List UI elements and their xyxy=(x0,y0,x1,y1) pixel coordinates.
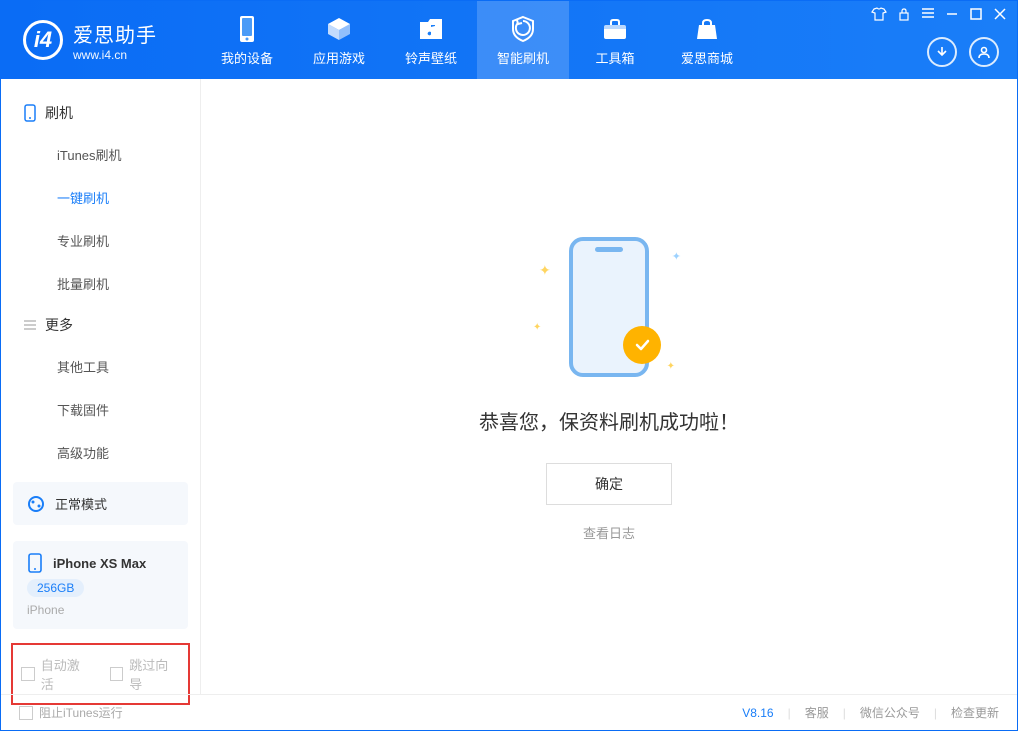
nav-label: 应用游戏 xyxy=(313,48,365,67)
support-link[interactable]: 客服 xyxy=(805,704,829,721)
sidebar-item-itunes-flash[interactable]: iTunes刷机 xyxy=(17,133,184,176)
sidebar-header-label: 刷机 xyxy=(45,103,73,123)
device-mode-box[interactable]: 正常模式 xyxy=(13,482,188,525)
skip-guide-checkbox[interactable]: 跳过向导 xyxy=(110,655,181,693)
maximize-button[interactable] xyxy=(969,7,983,21)
sidebar-header-flash: 刷机 xyxy=(17,93,184,133)
skip-guide-label: 跳过向导 xyxy=(129,655,180,693)
lock-icon[interactable] xyxy=(897,7,911,21)
block-itunes-checkbox[interactable]: 阻止iTunes运行 xyxy=(19,704,123,721)
check-badge-icon xyxy=(623,326,661,364)
phone-small-icon xyxy=(23,104,37,122)
shield-icon xyxy=(510,14,536,44)
logo-area: i4 爱思助手 www.i4.cn xyxy=(1,1,201,79)
sidebar-item-onekey-flash[interactable]: 一键刷机 xyxy=(17,176,184,219)
device-type: iPhone xyxy=(27,603,174,617)
cube-icon xyxy=(325,14,353,44)
nav-label: 爱思商城 xyxy=(681,48,733,67)
close-button[interactable] xyxy=(993,7,1007,21)
sidebar-header-label: 更多 xyxy=(45,315,73,335)
body: 刷机 iTunes刷机 一键刷机 专业刷机 批量刷机 更多 其他工具 下载固件 … xyxy=(1,79,1017,694)
titlebar: i4 爱思助手 www.i4.cn 我的设备 应用游戏 铃声壁纸 智能刷机 xyxy=(1,1,1017,79)
device-name: iPhone XS Max xyxy=(53,556,146,571)
app-url: www.i4.cn xyxy=(73,48,157,62)
toolbox-icon xyxy=(601,14,629,44)
sidebar-item-download-firmware[interactable]: 下载固件 xyxy=(17,388,184,431)
titlebar-right xyxy=(871,1,1017,79)
bag-icon xyxy=(694,14,720,44)
nav-store[interactable]: 爱思商城 xyxy=(661,1,753,79)
nav-label: 工具箱 xyxy=(595,48,634,67)
sidebar-item-batch-flash[interactable]: 批量刷机 xyxy=(17,262,184,305)
sidebar-section-more: 更多 其他工具 下载固件 高级功能 xyxy=(1,305,200,474)
nav-apps-games[interactable]: 应用游戏 xyxy=(293,1,385,79)
app-window: i4 爱思助手 www.i4.cn 我的设备 应用游戏 铃声壁纸 智能刷机 xyxy=(0,0,1018,731)
device-icon xyxy=(236,14,258,44)
wechat-link[interactable]: 微信公众号 xyxy=(860,704,920,721)
nav-label: 我的设备 xyxy=(221,48,273,67)
logo-text: 爱思助手 www.i4.cn xyxy=(73,19,157,62)
sidebar-item-advanced[interactable]: 高级功能 xyxy=(17,431,184,474)
nav-tabs: 我的设备 应用游戏 铃声壁纸 智能刷机 工具箱 爱思商城 xyxy=(201,1,753,79)
footer: 阻止iTunes运行 V8.16 | 客服 | 微信公众号 | 检查更新 xyxy=(1,694,1017,730)
mode-icon xyxy=(27,495,45,513)
ok-button[interactable]: 确定 xyxy=(546,463,672,505)
sidebar-item-other-tools[interactable]: 其他工具 xyxy=(17,345,184,388)
auto-activate-label: 自动激活 xyxy=(41,655,92,693)
success-illustration: ✦ ✦ ✦ ✦ xyxy=(529,232,689,382)
main-content: ✦ ✦ ✦ ✦ 恭喜您，保资料刷机成功啦！ 确定 查看日志 xyxy=(201,79,1017,694)
view-log-link[interactable]: 查看日志 xyxy=(583,523,635,542)
version-label: V8.16 xyxy=(742,706,773,720)
nav-label: 铃声壁纸 xyxy=(405,48,457,67)
nav-my-device[interactable]: 我的设备 xyxy=(201,1,293,79)
nav-ringtones[interactable]: 铃声壁纸 xyxy=(385,1,477,79)
tshirt-icon[interactable] xyxy=(871,7,887,21)
device-info-box[interactable]: iPhone XS Max 256GB iPhone xyxy=(13,541,188,629)
music-folder-icon xyxy=(417,14,445,44)
auto-activate-checkbox[interactable]: 自动激活 xyxy=(21,655,92,693)
user-button[interactable] xyxy=(969,37,999,67)
nav-toolbox[interactable]: 工具箱 xyxy=(569,1,661,79)
app-name: 爱思助手 xyxy=(73,19,157,48)
nav-label: 智能刷机 xyxy=(497,48,549,67)
sidebar-section-flash: 刷机 iTunes刷机 一键刷机 专业刷机 批量刷机 xyxy=(1,93,200,305)
success-message: 恭喜您，保资料刷机成功啦！ xyxy=(479,406,739,435)
device-mode-label: 正常模式 xyxy=(55,494,107,513)
block-itunes-label: 阻止iTunes运行 xyxy=(39,704,123,721)
minimize-button[interactable] xyxy=(945,7,959,21)
list-icon xyxy=(23,319,37,331)
sidebar: 刷机 iTunes刷机 一键刷机 专业刷机 批量刷机 更多 其他工具 下载固件 … xyxy=(1,79,201,694)
update-link[interactable]: 检查更新 xyxy=(951,704,999,721)
nav-smart-flash[interactable]: 智能刷机 xyxy=(477,1,569,79)
sidebar-header-more: 更多 xyxy=(17,305,184,345)
sidebar-item-pro-flash[interactable]: 专业刷机 xyxy=(17,219,184,262)
device-phone-icon xyxy=(27,553,43,573)
logo-icon: i4 xyxy=(23,20,63,60)
download-button[interactable] xyxy=(927,37,957,67)
menu-icon[interactable] xyxy=(921,7,935,19)
device-storage: 256GB xyxy=(27,579,84,597)
